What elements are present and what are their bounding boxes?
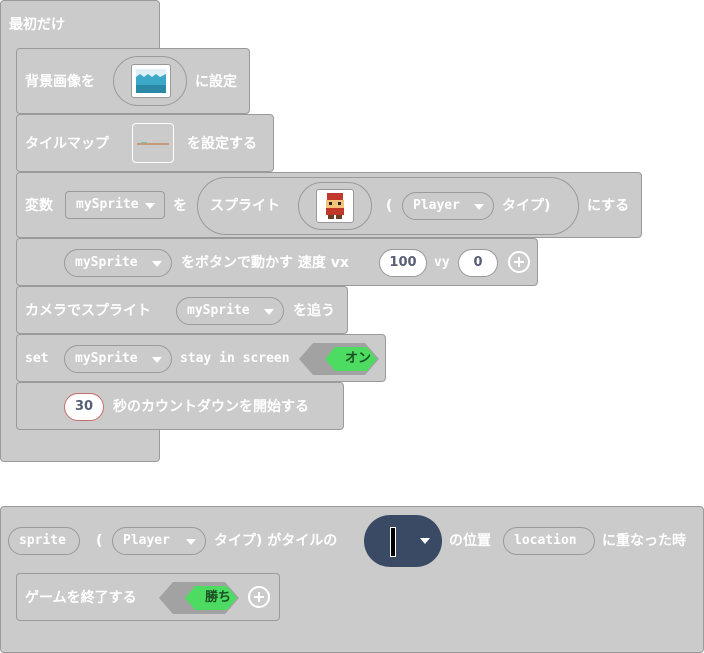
- game-over-block[interactable]: ゲームを終了する 勝ち: [16, 573, 280, 621]
- kind-open-paren: (: [386, 198, 393, 214]
- position-label: の位置: [449, 533, 491, 549]
- set-variable-mid: を: [173, 198, 187, 214]
- stay-in-screen-label: stay in screen: [180, 351, 290, 366]
- move-variable-name: mySprite: [75, 255, 138, 270]
- vy-label: vy: [434, 255, 450, 270]
- stay-variable-name: mySprite: [75, 351, 138, 366]
- camera-follow-label: カメラでスプライト: [25, 303, 151, 319]
- camera-follow-suffix: を追う: [293, 303, 335, 319]
- sprite-parameter[interactable]: sprite: [8, 527, 80, 555]
- stay-in-screen-block[interactable]: set mySprite stay in screen オン: [16, 334, 386, 382]
- set-background-label: 背景画像を: [25, 74, 95, 90]
- overlap-kind-dropdown[interactable]: Player: [112, 527, 206, 555]
- sprite-parameter-label: sprite: [19, 533, 66, 548]
- chevron-down-icon: [264, 309, 274, 315]
- chevron-down-icon: [474, 204, 484, 210]
- create-sprite-label: スプライト: [210, 198, 280, 214]
- overlap-kind-suffix: タイプ) がタイルの: [214, 533, 338, 549]
- sprite-image-picker[interactable]: [298, 182, 372, 230]
- create-sprite-block[interactable]: スプライト ( Player タイプ): [197, 177, 579, 235]
- variable-name: mySprite: [76, 197, 139, 212]
- add-parameter-plus-icon[interactable]: [248, 586, 270, 608]
- move-variable-dropdown[interactable]: mySprite: [64, 249, 172, 277]
- toggle-value: オン: [345, 351, 372, 366]
- set-label: set: [25, 351, 49, 366]
- chevron-down-icon: [145, 203, 155, 209]
- camera-variable-dropdown[interactable]: mySprite: [176, 297, 284, 325]
- kind-suffix: タイプ): [502, 198, 551, 214]
- overlap-event-block[interactable]: sprite ( Player タイプ) がタイルの の位置 location …: [0, 506, 704, 653]
- set-background-suffix: に設定: [195, 74, 237, 90]
- camera-variable-name: mySprite: [187, 303, 250, 318]
- set-tilemap-label: タイルマップ: [25, 136, 109, 152]
- move-with-buttons-block[interactable]: mySprite をボタンで動かす 速度 vx 100 vy 0: [16, 238, 538, 286]
- countdown-block[interactable]: 30 秒のカウントダウンを開始する: [16, 382, 344, 430]
- chevron-down-icon: [186, 539, 196, 545]
- countdown-seconds-input[interactable]: 30: [64, 393, 104, 421]
- location-parameter[interactable]: location: [503, 527, 595, 555]
- on-start-label: 最初だけ: [9, 17, 65, 33]
- set-variable-suffix: にする: [587, 198, 630, 214]
- move-with-buttons-label: をボタンで動かす 速度 vx: [181, 255, 349, 271]
- chevron-down-icon: [420, 538, 430, 544]
- stay-variable-dropdown[interactable]: mySprite: [64, 345, 172, 373]
- sprite-kind-dropdown[interactable]: Player: [402, 192, 494, 220]
- chevron-down-icon: [152, 357, 162, 363]
- set-variable-block[interactable]: 変数 mySprite を スプライト ( Player タイプ) にする: [16, 172, 642, 238]
- set-tilemap-suffix: を設定する: [187, 136, 257, 152]
- set-background-block[interactable]: 背景画像を に設定: [16, 48, 250, 114]
- chevron-down-icon: [152, 261, 162, 267]
- camera-follow-block[interactable]: カメラでスプライト mySprite を追う: [16, 286, 348, 334]
- tile-swatch: [390, 527, 396, 557]
- tilemap-thumbnail[interactable]: [132, 123, 174, 163]
- variable-dropdown[interactable]: mySprite: [65, 191, 165, 219]
- location-parameter-label: location: [514, 533, 577, 548]
- vx-input[interactable]: 100: [379, 249, 427, 277]
- set-tilemap-block[interactable]: タイルマップ を設定する: [16, 114, 274, 172]
- overlap-open-paren: (: [96, 533, 103, 549]
- game-over-label: ゲームを終了する: [25, 590, 137, 606]
- add-parameter-plus-icon[interactable]: [508, 251, 530, 273]
- tile-picker-dropdown[interactable]: [364, 515, 442, 567]
- vy-input[interactable]: 0: [458, 249, 498, 277]
- overlap-suffix: に重なった時: [602, 533, 686, 549]
- win-value: 勝ち: [205, 590, 232, 605]
- sprite-kind-value: Player: [413, 198, 460, 213]
- overlap-kind-value: Player: [123, 533, 170, 548]
- background-image-thumbnail: [131, 64, 171, 98]
- set-variable-label: 変数: [25, 198, 53, 214]
- sprite-thumbnail: [316, 189, 354, 223]
- background-image-picker[interactable]: [113, 56, 187, 106]
- countdown-label: 秒のカウントダウンを開始する: [113, 399, 309, 415]
